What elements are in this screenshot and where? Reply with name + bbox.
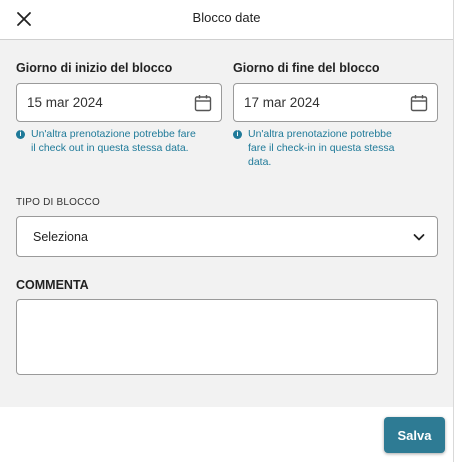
start-date-label: Giorno di inizio del blocco	[16, 61, 173, 75]
end-date-label: Giorno di fine del blocco	[233, 61, 380, 75]
calendar-icon[interactable]	[194, 94, 212, 112]
save-button[interactable]: Salva	[384, 417, 445, 453]
info-icon: i	[16, 130, 25, 139]
end-date-value: 17 mar 2024	[244, 95, 320, 110]
start-date-field[interactable]: 15 mar 2024	[16, 83, 222, 122]
calendar-icon[interactable]	[410, 94, 428, 112]
end-date-hint: i Un'altra prenotazione potrebbe fare il…	[233, 127, 438, 169]
start-date-hint: i Un'altra prenotazione potrebbe fare il…	[16, 127, 226, 155]
comment-textarea[interactable]	[16, 299, 438, 375]
block-type-value: Seleziona	[33, 230, 88, 244]
block-dates-modal: Blocco date Giorno di inizio del blocco …	[0, 0, 454, 462]
start-date-value: 15 mar 2024	[27, 95, 103, 110]
comment-label: COMMENTA	[16, 278, 89, 292]
chevron-down-icon	[413, 234, 425, 241]
info-icon: i	[233, 130, 242, 139]
block-type-label: TIPO DI BLOCCO	[16, 197, 100, 208]
end-date-field[interactable]: 17 mar 2024	[233, 83, 438, 122]
modal-title: Blocco date	[192, 10, 261, 25]
modal-header: Blocco date	[0, 0, 453, 40]
block-type-select[interactable]: Seleziona	[16, 216, 438, 257]
